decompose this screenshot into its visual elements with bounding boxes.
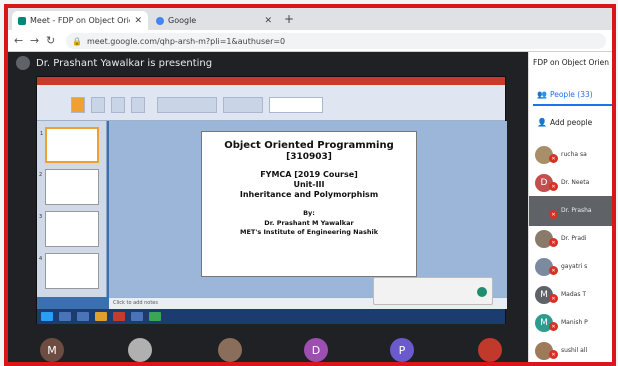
presenter-avatar [16, 56, 30, 70]
muted-mic-icon: ✕ [549, 182, 558, 191]
participant-row[interactable]: ✕ gayatri s [529, 252, 612, 282]
notification-icon [477, 287, 487, 297]
participant-name: Madas T [561, 291, 587, 298]
lock-icon: 🔒 [72, 36, 82, 46]
muted-mic-icon: ✕ [549, 350, 558, 359]
taskbar-app-icon [59, 312, 71, 321]
participant-tile[interactable]: D [304, 338, 328, 362]
slide-course-title: Object Oriented Programming [224, 140, 394, 151]
screen-share-notification [373, 277, 493, 305]
reload-icon[interactable]: ↻ [46, 34, 55, 47]
add-people-label: Add people [549, 118, 593, 127]
windows-taskbar [37, 309, 505, 324]
muted-mic-icon: ✕ [549, 238, 558, 247]
participant-row[interactable]: ✕ sushil all [529, 336, 612, 362]
slide-author: Dr. Prashant M Yawalkar [264, 219, 354, 227]
slide-thumbnail: 1 [40, 127, 99, 163]
participant-row[interactable]: ✕ Dr. Pradi [529, 224, 612, 254]
muted-mic-icon: ✕ [549, 266, 558, 275]
taskbar-app-icon [149, 312, 161, 321]
tab-people[interactable]: 👥 People (33) [537, 90, 593, 99]
participant-name: Dr. Prasha [561, 207, 592, 214]
participant-name: Manish P [561, 319, 588, 326]
title-slide: Object Oriented Programming [310903] FYM… [201, 131, 417, 277]
ribbon-group [223, 97, 263, 113]
slide-by-label: By: [303, 209, 315, 217]
slide-topic: Inheritance and Polymorphism [239, 190, 379, 199]
new-tab-plus-icon[interactable]: + [284, 12, 294, 26]
meet-stage: Dr. Prashant Yawalkar is presenting 1 2 … [8, 52, 528, 362]
participant-row[interactable]: ✕ Dr. Prasha [529, 196, 612, 226]
participant-name: rucha sa [561, 151, 587, 158]
slide-thumbnail: 3 [39, 211, 99, 247]
ribbon-group [157, 97, 217, 113]
ribbon-button [111, 97, 125, 113]
participant-row[interactable]: ✕ rucha sa [529, 140, 612, 170]
notes-placeholder: Click to add notes [113, 300, 158, 306]
slide-course-code: [310903] [286, 152, 332, 162]
participant-row[interactable]: D ✕ Dr. Neeta [529, 168, 612, 198]
slide-thumbnail: 4 [39, 253, 99, 289]
participant-name: Dr. Pradi [561, 235, 587, 242]
participant-name: gayatri s [561, 263, 588, 270]
powerpoint-ribbon [37, 85, 505, 121]
people-panel: FDP on Object Orien 👥 People (33) 👤 Add … [528, 52, 612, 362]
powerpoint-title-bar [37, 77, 505, 85]
close-tab-icon[interactable]: ✕ [264, 16, 272, 26]
tab-google[interactable]: Google ✕ [150, 11, 278, 30]
participant-row[interactable]: M ✕ Madas T [529, 280, 612, 310]
participant-name: sushil all [561, 347, 588, 354]
people-tab-label: People (33) [549, 90, 593, 99]
ribbon-dropdown [269, 97, 323, 113]
participant-tile[interactable] [218, 338, 242, 362]
participant-row[interactable]: M ✕ Manish P [529, 308, 612, 338]
participant-tile[interactable]: P [390, 338, 414, 362]
presenting-text: Dr. Prashant Yawalkar is presenting [36, 57, 213, 69]
people-icon: 👥 [537, 90, 547, 99]
slide-thumbnail-pane: 1 2 3 4 [37, 121, 107, 297]
taskbar-app-icon [131, 312, 143, 321]
screenshot-frame: Meet - FDP on Object Orient ✕ Google ✕ +… [4, 4, 616, 366]
ribbon-button [131, 97, 145, 113]
presenting-banner: Dr. Prashant Yawalkar is presenting [16, 56, 212, 70]
participant-name: Dr. Neeta [561, 179, 590, 186]
participant-tile[interactable]: M [40, 338, 64, 362]
tab-title: Meet - FDP on Object Orient [30, 16, 130, 25]
forward-arrow-icon[interactable]: → [30, 34, 39, 47]
muted-mic-icon: ✕ [549, 322, 558, 331]
url-text: meet.google.com/qhp-arsh-m?pli=1&authuse… [86, 36, 286, 46]
participant-strip: M D P [8, 332, 528, 362]
shared-screen: 1 2 3 4 Object Oriented Programming [310… [36, 76, 507, 324]
browser-tab-bar: Meet - FDP on Object Orient ✕ Google ✕ + [8, 8, 612, 30]
google-favicon-icon [156, 16, 164, 25]
address-bar: ← → ↻ 🔒 meet.google.com/qhp-arsh-m?pli=1… [8, 30, 612, 52]
participant-tile[interactable] [478, 338, 502, 362]
tab-meet[interactable]: Meet - FDP on Object Orient ✕ [12, 11, 148, 30]
slide-program: FYMCA [2019 Course] [260, 170, 358, 179]
tab-indicator [533, 104, 612, 106]
add-people-button[interactable]: 👤 Add people [537, 118, 592, 127]
slide-institute: MET's Institute of Engineering Nashik [239, 228, 379, 236]
url-input[interactable]: 🔒 meet.google.com/qhp-arsh-m?pli=1&authu… [66, 33, 606, 49]
start-icon [41, 312, 53, 321]
add-person-icon: 👤 [537, 118, 547, 127]
slide-thumbnail: 2 [39, 169, 99, 205]
taskbar-app-icon [113, 312, 125, 321]
taskbar-app-icon [77, 312, 89, 321]
close-tab-icon[interactable]: ✕ [134, 16, 142, 26]
muted-mic-icon: ✕ [549, 294, 558, 303]
meet-favicon-icon [18, 16, 26, 25]
ribbon-button [91, 97, 105, 113]
slide-unit: Unit-III [293, 180, 325, 189]
back-arrow-icon[interactable]: ← [14, 34, 23, 47]
muted-mic-icon: ✕ [549, 154, 558, 163]
tab-title: Google [168, 16, 197, 25]
ribbon-button [71, 97, 85, 113]
slide-editing-area: Object Oriented Programming [310903] FYM… [109, 121, 507, 297]
participant-tile[interactable] [128, 338, 152, 362]
taskbar-app-icon [95, 312, 107, 321]
meeting-title: FDP on Object Orien [533, 58, 609, 67]
muted-mic-icon: ✕ [549, 210, 558, 219]
